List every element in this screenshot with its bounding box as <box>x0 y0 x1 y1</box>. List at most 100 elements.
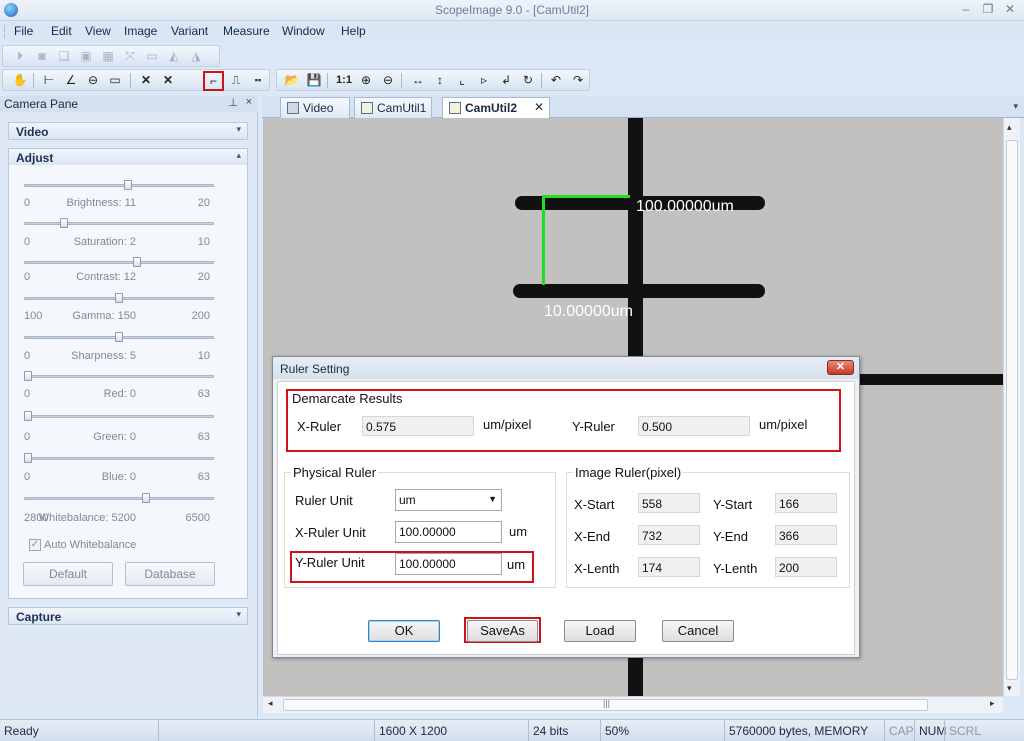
blue-slider[interactable] <box>24 457 214 460</box>
capture-multi-icon[interactable]: ❏ <box>55 48 73 65</box>
contrast-slider[interactable] <box>24 261 214 264</box>
pointer-icon[interactable]: ▹ <box>475 72 493 89</box>
menu-variant[interactable]: Variant <box>171 24 208 38</box>
section-adjust[interactable]: Adjust ▴ <box>8 148 248 166</box>
close-tab-icon[interactable]: ✕ <box>534 100 544 114</box>
x-ruler-unit-input[interactable]: 100.00000 <box>395 521 502 543</box>
rectangle-measure-icon[interactable]: ▭ <box>106 72 124 89</box>
green-slider-thumb[interactable] <box>24 411 32 421</box>
monitor-icon[interactable]: ▭ <box>143 48 161 65</box>
vertical-scrollbar[interactable]: ▴ ▾ <box>1003 118 1020 696</box>
contrast-slider-thumb[interactable] <box>133 257 142 267</box>
redo-icon[interactable]: ↷ <box>569 72 587 89</box>
saturation-slider-thumb[interactable] <box>60 218 69 228</box>
ok-button[interactable]: OK <box>368 620 440 642</box>
actual-size-icon[interactable]: 1:1 <box>335 72 353 89</box>
circle-measure-icon[interactable]: ⊖ <box>84 72 102 89</box>
green-max-label: 63 <box>197 431 210 443</box>
default-button[interactable]: Default <box>23 562 113 586</box>
menu-view[interactable]: View <box>85 24 111 38</box>
saveas-button[interactable]: SaveAs <box>467 620 538 642</box>
x-end-value: 732 <box>638 525 700 545</box>
crop-icon[interactable]: ⌞ <box>453 72 471 89</box>
ruler-unit-select[interactable]: um ▼ <box>395 489 502 511</box>
load-button[interactable]: Load <box>564 620 636 642</box>
minimize-button[interactable]: – <box>956 1 976 18</box>
grid-icon[interactable]: ▦ <box>99 48 117 65</box>
delete-all-measures-icon[interactable]: ✕ <box>159 72 177 89</box>
restore-button[interactable]: ❐ <box>978 1 998 18</box>
tab-camutil2[interactable]: CamUtil2 ✕ <box>442 97 550 118</box>
menu-help[interactable]: Help <box>341 24 366 38</box>
tab-video-label: Video <box>303 101 334 115</box>
horizontal-scrollbar[interactable]: ◂ ||| ▸ <box>263 696 1003 713</box>
rotate-icon[interactable]: ↻ <box>519 72 537 89</box>
tab-list-dropdown-icon[interactable]: ▾ <box>1013 101 1018 112</box>
record-icon[interactable]: ▣ <box>77 48 95 65</box>
sharpness-slider-thumb[interactable] <box>115 332 123 342</box>
dialog-close-button[interactable]: ✕ <box>827 360 854 375</box>
menu-image[interactable]: Image <box>124 24 157 38</box>
menu-edit[interactable]: Edit <box>51 24 72 38</box>
contrast-min-label: 0 <box>24 271 31 283</box>
green-slider[interactable] <box>24 415 214 418</box>
ruler-calibrate-icon[interactable]: ⎍ <box>227 72 245 89</box>
cancel-button[interactable]: Cancel <box>662 620 734 642</box>
whitebalance-slider-thumb[interactable] <box>142 493 151 503</box>
tab-video[interactable]: Video <box>280 97 350 118</box>
menu-measure[interactable]: Measure <box>223 24 270 38</box>
demarcate-results-title: Demarcate Results <box>292 391 403 406</box>
section-capture[interactable]: Capture ▾ <box>8 607 248 625</box>
y-ruler-unit-input[interactable]: 100.00000 <box>395 553 502 575</box>
close-pane-icon[interactable]: × <box>246 96 252 108</box>
tab-camutil1[interactable]: CamUtil1 <box>354 97 432 118</box>
vertical-scroll-thumb[interactable] <box>1006 140 1018 680</box>
red-slider-thumb[interactable] <box>24 371 32 381</box>
delete-measure-icon[interactable]: ✕ <box>137 72 155 89</box>
database-button[interactable]: Database <box>125 562 215 586</box>
scroll-down-icon[interactable]: ▾ <box>1007 683 1012 694</box>
angle-measure-icon[interactable]: ∠ <box>62 72 80 89</box>
x-ruler-unit-label: X-Ruler Unit <box>295 525 366 540</box>
section-capture-label: Capture <box>16 610 62 624</box>
flip-icon[interactable]: ◮ <box>187 48 205 65</box>
y-ruler-unit-label: Y-Ruler Unit <box>295 555 365 570</box>
flip-horizontal-icon[interactable]: ↔ <box>409 72 427 89</box>
menu-window[interactable]: Window <box>282 24 325 38</box>
flip-vertical-icon[interactable]: ↕ <box>431 72 449 89</box>
whitebalance-slider[interactable] <box>24 497 214 500</box>
menu-file[interactable]: File <box>14 24 33 38</box>
color-grid-icon[interactable]: ▪▪ <box>249 72 267 89</box>
gamma-min-label: 100 <box>24 310 43 322</box>
brightness-slider[interactable] <box>24 184 214 187</box>
whitebalance-value-label: Whitebalance: 5200 <box>38 512 136 524</box>
measure-toolbar: ✋ ⊢ ∠ ⊖ ▭ ✕ ✕ ⌐ ⎍ ▪▪ <box>2 69 270 91</box>
brightness-slider-thumb[interactable] <box>124 180 133 190</box>
red-slider[interactable] <box>24 375 214 378</box>
ruler-setting-icon[interactable]: ⌐ <box>203 71 224 91</box>
mirror-icon[interactable]: ◭ <box>165 48 183 65</box>
auto-whitebalance-checkbox[interactable]: ✓ <box>29 539 41 551</box>
return-icon[interactable]: ↲ <box>497 72 515 89</box>
section-video[interactable]: Video ▾ <box>8 122 248 140</box>
scroll-up-icon[interactable]: ▴ <box>1007 122 1012 133</box>
scroll-right-icon[interactable]: ▸ <box>990 698 995 709</box>
zoom-out-icon[interactable]: ⊖ <box>379 72 397 89</box>
scroll-left-icon[interactable]: ◂ <box>268 698 273 709</box>
undo-icon[interactable]: ↶ <box>547 72 565 89</box>
open-folder-icon[interactable]: 📂 <box>283 72 301 89</box>
zoom-in-icon[interactable]: ⊕ <box>357 72 375 89</box>
close-window-button[interactable]: ✕ <box>1000 1 1020 18</box>
status-spacer <box>158 720 374 741</box>
snapshot-icon[interactable]: ◙ <box>33 48 51 65</box>
hand-pan-icon[interactable]: ✋ <box>11 72 29 89</box>
saturation-slider[interactable] <box>24 222 214 225</box>
play-icon[interactable]: ⏵ <box>11 48 29 65</box>
fit-icon[interactable]: ⤧ <box>121 48 139 65</box>
blue-slider-thumb[interactable] <box>24 453 32 463</box>
line-measure-icon[interactable]: ⊢ <box>40 72 58 89</box>
sharpness-min-label: 0 <box>24 350 31 362</box>
save-icon[interactable]: 💾 <box>305 72 323 89</box>
gamma-slider-thumb[interactable] <box>115 293 123 303</box>
pin-icon[interactable]: ⊥ <box>228 96 238 109</box>
